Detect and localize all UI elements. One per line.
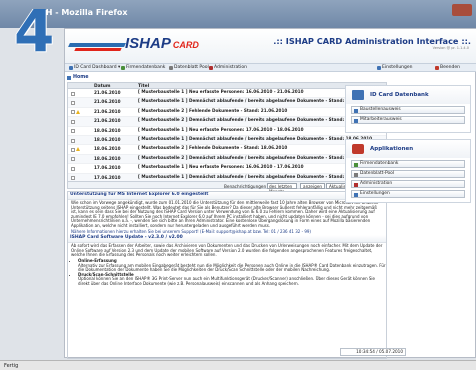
- card-icon: [354, 108, 358, 113]
- baustellenausweis-button[interactable]: Baustellenausweis: [351, 106, 465, 114]
- table-row[interactable]: 17.06.2010[ Musterbaustelle 1 ] Neu erfa…: [68, 164, 386, 174]
- id-card-icon: [352, 90, 364, 100]
- show-button[interactable]: anzeigen: [300, 183, 326, 189]
- table-row[interactable]: 21.06.2010[ Musterbaustelle 1 ] Demnächs…: [68, 98, 386, 108]
- table-row[interactable]: 21.06.2010[ Musterbaustelle 2 ] Demnächs…: [68, 117, 386, 127]
- logo-stripe-red: [74, 48, 122, 51]
- row-checkbox[interactable]: [71, 129, 75, 134]
- breadcrumb-home[interactable]: Home: [67, 75, 89, 80]
- row-checkbox[interactable]: [71, 147, 75, 152]
- table-row[interactable]: 21.06.2010[ Musterbaustelle 2 ] Fehlende…: [68, 108, 386, 118]
- id-card-panel: ID Card Datenbank Baustellenausweis Mita…: [345, 85, 471, 133]
- news-title-2: ISHAP Card Software Update - v2.3.0 / v2…: [68, 235, 386, 244]
- app-title: .:: ISHAP CARD Administration Interface …: [273, 36, 471, 46]
- row-checkbox[interactable]: [71, 100, 75, 105]
- menu-administration[interactable]: Administration: [209, 65, 247, 70]
- news-title-1: Unterstützung für MS Internet Explorer 6…: [68, 192, 386, 200]
- table-row[interactable]: 18.06.2010[ Musterbaustelle 1 ] Demnächs…: [68, 136, 386, 146]
- table-row[interactable]: 18.06.2010[ Musterbaustelle 2 ] Fehlende…: [68, 145, 386, 155]
- app-version: Version @ pr. 1.1.4.0: [432, 46, 469, 50]
- warning-icon: [76, 109, 80, 114]
- card-icon: [69, 65, 73, 70]
- row-date: 17.06.2010: [94, 174, 121, 180]
- step-number-badge: 4: [14, 0, 55, 65]
- window-close-button[interactable]: [452, 4, 472, 16]
- admin-icon: [209, 65, 213, 70]
- row-checkbox[interactable]: [71, 110, 75, 115]
- news-note-1: Nähere Informationen hierzu erhalten Sie…: [71, 228, 311, 234]
- row-date: 18.06.2010: [94, 155, 121, 161]
- menu-firmendatenbank[interactable]: Firmendatenbank: [121, 65, 165, 70]
- app-header: ISHAP CARD .:: ISHAP CARD Administration …: [65, 29, 476, 63]
- row-date: 21.06.2010: [94, 118, 121, 124]
- menu-settings[interactable]: Einstellungen: [377, 65, 413, 70]
- firmendatenbank-button[interactable]: Firmendatenbank: [351, 160, 465, 168]
- column-date[interactable]: Datum: [94, 84, 110, 89]
- row-checkbox[interactable]: [71, 91, 75, 96]
- warning-icon: [76, 147, 80, 152]
- server-timestamp: 10:34:54 / 05.07.2010: [340, 348, 406, 356]
- row-checkbox[interactable]: [71, 157, 75, 162]
- user-icon: [354, 192, 358, 197]
- table-row[interactable]: 18.06.2010[ Musterbaustelle 1 ] Neu erfa…: [68, 127, 386, 136]
- row-checkbox[interactable]: [71, 138, 75, 143]
- mitarbeiterausweis-button[interactable]: Mitarbeiterausweis: [351, 116, 465, 124]
- home-icon: [67, 75, 71, 80]
- menu-datenblatt-pool[interactable]: Datenblatt Pool: [169, 65, 209, 70]
- sheet-icon: [354, 172, 358, 177]
- sheet-icon: [169, 65, 173, 70]
- status-text: Fertig: [4, 363, 19, 369]
- feature-item: Druck/Scan-SchnittstelleOptional können …: [78, 272, 386, 287]
- row-date: 18.06.2010: [94, 137, 121, 142]
- row-date: 18.06.2010: [94, 127, 121, 133]
- app-frame: ISHAP CARD .:: ISHAP CARD Administration …: [64, 28, 476, 359]
- menubar: ID Card Dashboard ▾ Firmendatenbank Date…: [65, 63, 476, 72]
- row-checkbox[interactable]: [71, 166, 75, 171]
- table-row[interactable]: 18.06.2010[ Musterbaustelle 2 ] Demnächs…: [68, 154, 386, 165]
- logo-stripe: [68, 43, 126, 47]
- menu-id-card-dashboard[interactable]: ID Card Dashboard ▾: [69, 65, 120, 70]
- feature-item: Online-ErfassungAlternativ zur Erfassung…: [78, 258, 386, 273]
- database-icon: [121, 65, 125, 70]
- news-body-2: Ab sofort wird das Erfassen der Arbeiter…: [71, 243, 383, 258]
- applications-panel-header: Applikationen: [346, 140, 470, 158]
- column-title[interactable]: Titel: [138, 84, 149, 89]
- exit-icon: [435, 65, 439, 70]
- period-select[interactable]: des letzten Monats: [267, 183, 297, 194]
- row-date: 21.06.2010: [94, 108, 121, 114]
- row-date: 21.06.2010: [94, 90, 121, 95]
- row-date: 18.06.2010: [94, 146, 121, 152]
- row-date: 17.06.2010: [94, 165, 121, 171]
- user-icon: [377, 65, 381, 70]
- applications-panel: Applikationen Firmendatenbank Datenblatt…: [345, 139, 471, 203]
- notifications-table: Datum Titel 21.06.2010[ Musterbaustelle …: [67, 82, 387, 182]
- apps-icon: [352, 144, 364, 154]
- ishap-logo: ISHAP CARD: [125, 35, 199, 52]
- row-date: 21.06.2010: [94, 99, 121, 105]
- administration-button[interactable]: Administration: [351, 180, 465, 188]
- datenblatt-pool-button[interactable]: Datenblatt-Pool: [351, 170, 465, 178]
- browser-titlebar: bH - Mozilla Firefox: [0, 0, 476, 28]
- table-row[interactable]: 21.06.2010[ Musterbaustelle 1 ] Neu erfa…: [68, 89, 386, 99]
- settings-button[interactable]: Einstellungen: [351, 190, 465, 198]
- feature-list: Online-ErfassungAlternativ zur Erfassung…: [78, 258, 386, 287]
- row-checkbox[interactable]: [71, 176, 75, 181]
- database-icon: [354, 162, 358, 167]
- id-card-panel-header: ID Card Datenbank: [346, 86, 470, 104]
- table-footer: Benachrichtigungen des letzten Monats an…: [67, 181, 387, 194]
- menu-logout[interactable]: Beenden: [435, 65, 460, 70]
- browser-statusbar: Fertig: [0, 360, 476, 370]
- admin-icon: [354, 182, 358, 187]
- news-panel: Unterstützung für MS Internet Explorer 6…: [67, 191, 387, 359]
- notifications-label: Benachrichtigungen: [224, 183, 267, 189]
- row-checkbox[interactable]: [71, 119, 75, 124]
- card-icon: [354, 118, 358, 123]
- news-body-1: Wie schon im Vorwege angekündigt, wurde …: [71, 200, 379, 228]
